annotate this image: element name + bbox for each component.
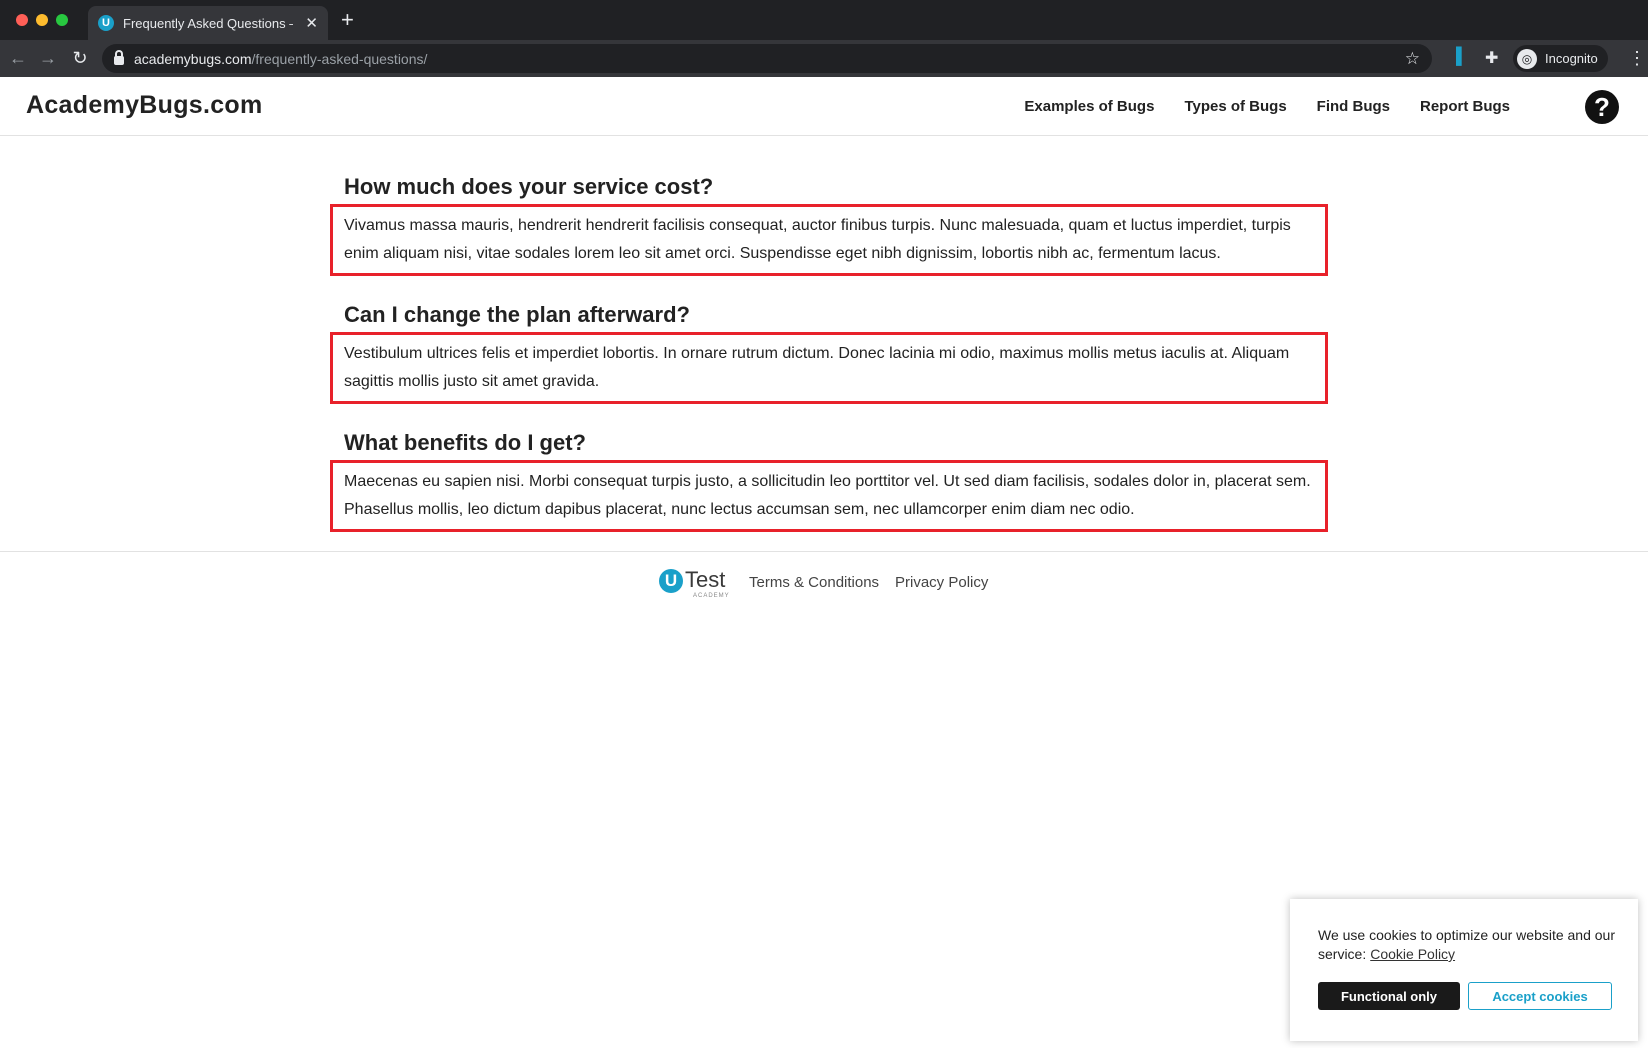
browser-menu-icon[interactable]: ⋮ bbox=[1628, 47, 1646, 69]
faq-question: Can I change the plan afterward? bbox=[344, 302, 690, 327]
main-nav: Examples of Bugs Types of Bugs Find Bugs… bbox=[1024, 98, 1510, 115]
utest-logo-text: Test bbox=[685, 567, 726, 592]
browser-titlebar: U Frequently Asked Questions – ✕ + bbox=[0, 0, 1648, 40]
privacy-link[interactable]: Privacy Policy bbox=[895, 574, 988, 591]
tab-close-icon[interactable]: ✕ bbox=[305, 14, 318, 32]
nav-find-bugs[interactable]: Find Bugs bbox=[1317, 98, 1390, 115]
terms-link[interactable]: Terms & Conditions bbox=[749, 574, 879, 591]
utest-favicon-icon: U bbox=[98, 15, 114, 31]
url-host: academybugs.com bbox=[134, 50, 252, 67]
utest-u-icon: U bbox=[659, 569, 683, 593]
address-bar[interactable]: academybugs.com/frequently-asked-questio… bbox=[102, 44, 1432, 73]
faq-answer: Vestibulum ultrices felis et imperdiet l… bbox=[330, 332, 1328, 404]
cookie-message: We use cookies to optimize our website a… bbox=[1318, 926, 1618, 964]
browser-tab[interactable]: U Frequently Asked Questions – ✕ bbox=[88, 6, 328, 40]
tab-title: Frequently Asked Questions – bbox=[123, 15, 293, 31]
extensions-puzzle-icon[interactable]: ✚ bbox=[1485, 48, 1498, 68]
lock-icon[interactable] bbox=[114, 50, 124, 65]
new-tab-button[interactable]: + bbox=[341, 9, 354, 31]
bookmark-star-icon[interactable]: ☆ bbox=[1405, 49, 1420, 69]
forward-arrow-icon[interactable]: → bbox=[36, 47, 60, 69]
faq-answer: Maecenas eu sapien nisi. Morbi consequat… bbox=[330, 460, 1328, 532]
site-header: AcademyBugs.com Examples of Bugs Types o… bbox=[0, 77, 1648, 136]
faq-answer: Vivamus massa mauris, hendrerit hendreri… bbox=[330, 204, 1328, 276]
faq-section: How much does your service cost? Vivamus… bbox=[330, 160, 1328, 554]
functional-only-button[interactable]: Functional only bbox=[1318, 982, 1460, 1010]
utest-academy-logo[interactable]: U Test ACADEMY bbox=[659, 567, 729, 599]
incognito-icon: ◎ bbox=[1517, 48, 1537, 69]
accept-cookies-button[interactable]: Accept cookies bbox=[1468, 982, 1612, 1010]
cookie-policy-link[interactable]: Cookie Policy bbox=[1370, 946, 1455, 962]
cookie-banner: We use cookies to optimize our website a… bbox=[1290, 899, 1638, 1041]
utest-logo-subtext: ACADEMY bbox=[693, 593, 730, 599]
incognito-profile-button[interactable]: ◎ Incognito bbox=[1513, 45, 1608, 72]
cookie-text: We use cookies to optimize our website a… bbox=[1318, 927, 1616, 962]
url-path: /frequently-asked-questions/ bbox=[251, 50, 428, 67]
extension-icon[interactable]: ▌ bbox=[1456, 48, 1467, 66]
site-footer: U Test ACADEMY Terms & Conditions Privac… bbox=[0, 551, 1648, 611]
faq-question: How much does your service cost? bbox=[344, 174, 714, 199]
help-question-icon[interactable]: ? bbox=[1585, 90, 1619, 124]
nav-types-of-bugs[interactable]: Types of Bugs bbox=[1184, 98, 1286, 115]
minimize-window-button[interactable] bbox=[36, 14, 48, 26]
nav-report-bugs[interactable]: Report Bugs bbox=[1420, 98, 1510, 115]
site-logo[interactable]: AcademyBugs.com bbox=[26, 91, 263, 120]
browser-toolbar: ← → ↻ academybugs.com/frequently-asked-q… bbox=[0, 40, 1648, 77]
close-window-button[interactable] bbox=[16, 14, 28, 26]
back-arrow-icon[interactable]: ← bbox=[6, 47, 30, 69]
nav-examples-of-bugs[interactable]: Examples of Bugs bbox=[1024, 98, 1154, 115]
reload-icon[interactable]: ↻ bbox=[68, 47, 92, 69]
incognito-label: Incognito bbox=[1545, 51, 1598, 66]
faq-question: What benefits do I get? bbox=[344, 430, 586, 455]
maximize-window-button[interactable] bbox=[56, 14, 68, 26]
